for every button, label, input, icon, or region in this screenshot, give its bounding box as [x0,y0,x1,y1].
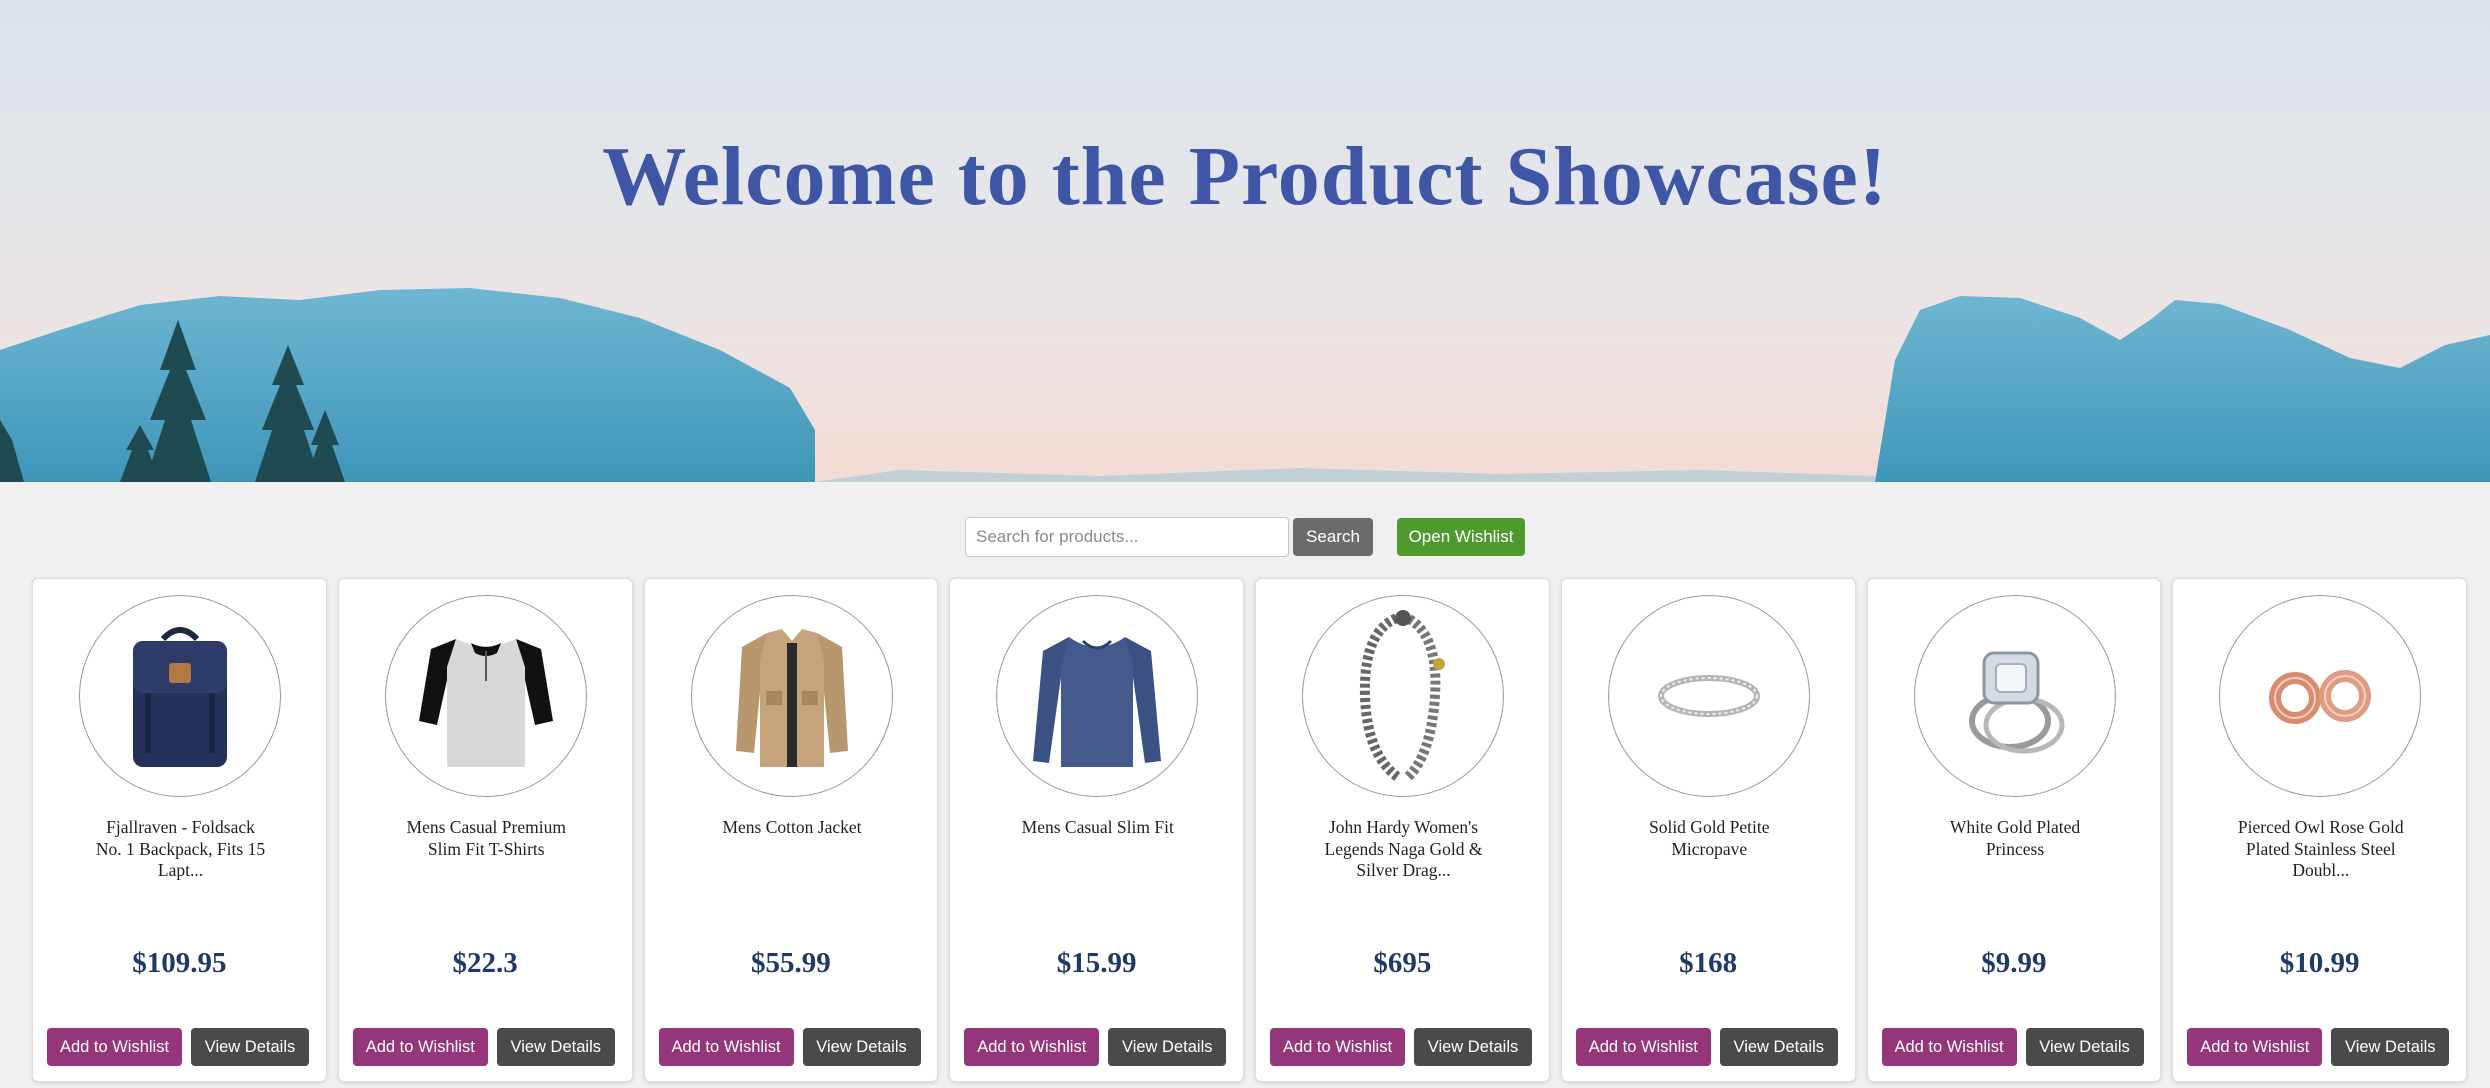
product-name: John Hardy Women's Legends Naga Gold & S… [1324,817,1483,880]
view-details-button[interactable]: View Details [1414,1028,1532,1066]
product-card: Mens Casual Slim Fit $15.99 Add to Wishl… [949,578,1244,1082]
product-price: $55.99 [751,947,831,979]
product-price: $695 [1373,947,1432,979]
add-to-wishlist-button[interactable]: Add to Wishlist [47,1028,182,1066]
open-wishlist-button[interactable]: Open Wishlist [1397,518,1525,556]
view-details-button[interactable]: View Details [191,1028,309,1066]
product-name: Fjallraven - Foldsack No. 1 Backpack, Fi… [95,817,266,880]
longsleeve-icon [1033,637,1162,767]
search-toolbar: Search Open Wishlist [0,517,2490,557]
product-image [996,595,1199,797]
product-name: White Gold Plated Princess [1949,817,2081,859]
ring-icon [1657,675,1760,717]
product-grid: Fjallraven - Foldsack No. 1 Backpack, Fi… [32,578,2467,1082]
product-image [1607,595,1810,797]
add-to-wishlist-button[interactable]: Add to Wishlist [1575,1028,1711,1066]
product-price: $10.99 [2279,947,2360,979]
mountain-scenery [0,288,2490,482]
product-price: $15.99 [1056,947,1137,979]
hero-banner: Welcome to the Product Showcase! [0,0,2490,482]
view-details-button[interactable]: View Details [1108,1028,1227,1066]
search-input[interactable] [965,517,1289,557]
view-details-button[interactable]: View Details [2025,1028,2144,1066]
search-button[interactable]: Search [1293,518,1373,556]
product-name: Mens Casual Premium Slim Fit T-Shirts [406,817,566,859]
product-price: $9.99 [1981,947,2047,979]
add-to-wishlist-button[interactable]: Add to Wishlist [658,1028,794,1066]
bracelet-icon [1359,610,1445,783]
product-image [2219,595,2422,797]
jacket-icon [735,629,848,767]
product-image [384,595,587,797]
view-details-button[interactable]: View Details [496,1028,615,1066]
earrings-icon [2269,670,2372,724]
product-card: Solid Gold Petite Micropave $168 Add to … [1560,578,1856,1082]
product-image [1302,595,1504,797]
product-card: Fjallraven - Foldsack No. 1 Backpack, Fi… [32,578,327,1082]
product-card: White Gold Plated Princess $9.99 Add to … [1866,578,2162,1082]
page-title: Welcome to the Product Showcase! [602,130,1888,223]
backpack-icon [133,627,227,767]
add-to-wishlist-button[interactable]: Add to Wishlist [964,1028,1100,1066]
product-card: Mens Casual Premium Slim Fit T-Shirts $2… [337,578,633,1082]
tshirt-icon [418,639,553,767]
view-details-button[interactable]: View Details [2331,1028,2450,1066]
product-card: John Hardy Women's Legends Naga Gold & S… [1255,578,1550,1082]
product-price: $22.3 [452,947,518,979]
product-image [1913,595,2116,797]
product-image [79,595,281,797]
add-to-wishlist-button[interactable]: Add to Wishlist [1881,1028,2017,1066]
view-details-button[interactable]: View Details [802,1028,921,1066]
add-to-wishlist-button[interactable]: Add to Wishlist [2187,1028,2323,1066]
product-price: $168 [1679,947,1738,979]
diamond-ring-icon [1968,651,2064,754]
add-to-wishlist-button[interactable]: Add to Wishlist [1270,1028,1405,1066]
product-card: Mens Cotton Jacket $55.99 Add to Wishlis… [643,578,939,1082]
add-to-wishlist-button[interactable]: Add to Wishlist [352,1028,488,1066]
product-card: Pierced Owl Rose Gold Plated Stainless S… [2172,578,2467,1082]
view-details-button[interactable]: View Details [1719,1028,1838,1066]
product-image [690,595,893,797]
product-name: Mens Cotton Jacket [722,817,862,837]
product-price: $109.95 [132,947,227,979]
product-name: Mens Casual Slim Fit [1021,817,1174,837]
product-name: Solid Gold Petite Micropave [1648,817,1770,859]
product-name: Pierced Owl Rose Gold Plated Stainless S… [2237,817,2404,880]
